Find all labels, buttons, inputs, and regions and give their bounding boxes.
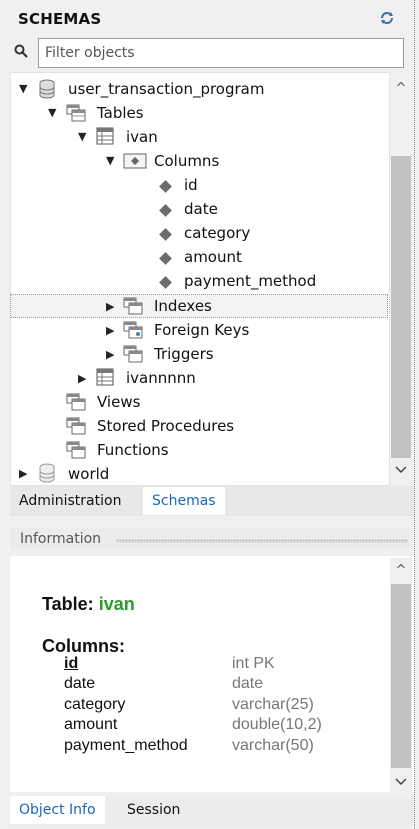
information-title: Information <box>20 531 102 547</box>
tree-column-item[interactable]: amount <box>184 245 242 269</box>
tree-table-ivan[interactable]: ivan <box>126 125 158 149</box>
tab-session[interactable]: Session <box>118 796 189 824</box>
tables-folder-icon <box>66 104 86 126</box>
info-column-type: double(10,2) <box>232 716 322 733</box>
table-icon <box>96 368 114 390</box>
expand-icon[interactable]: ▶ <box>106 348 114 361</box>
expand-icon[interactable]: ▶ <box>106 324 114 337</box>
info-column-name: id <box>64 655 79 672</box>
schema-world[interactable]: world <box>68 462 109 486</box>
tree-columns[interactable]: Columns <box>154 149 219 173</box>
foreign-keys-folder-icon <box>123 321 143 343</box>
scroll-up-icon[interactable]: ^ <box>392 80 410 98</box>
stored-procedures-folder-icon <box>66 417 86 439</box>
database-icon <box>38 79 56 103</box>
table-icon <box>96 127 114 149</box>
table-label-line: Table: ivan <box>42 594 135 615</box>
collapse-icon[interactable]: ▼ <box>78 130 86 143</box>
tab-object-info[interactable]: Object Info <box>10 796 105 824</box>
info-column-type: varchar(25) <box>232 696 314 713</box>
panel-right-border <box>414 0 416 829</box>
info-column-name: payment_method <box>64 737 188 754</box>
indexes-folder-icon <box>123 297 143 319</box>
info-column-type: int PK <box>232 655 275 672</box>
scroll-down-icon[interactable] <box>392 774 410 792</box>
tab-administration[interactable]: Administration <box>10 487 130 515</box>
tree-tables[interactable]: Tables <box>97 101 144 125</box>
info-scrollbar-thumb[interactable] <box>391 584 411 768</box>
tab-schemas[interactable]: Schemas <box>143 487 225 515</box>
tree-views[interactable]: Views <box>97 390 140 414</box>
information-panel <box>10 556 414 792</box>
tree-foreign-keys[interactable]: Foreign Keys <box>154 318 249 342</box>
collapse-icon[interactable]: ▼ <box>48 106 56 119</box>
tree-table-ivannnnn[interactable]: ivannnnn <box>126 366 196 390</box>
tree-column-item[interactable]: category <box>184 221 250 245</box>
tree-triggers[interactable]: Triggers <box>154 342 214 366</box>
scroll-up-icon[interactable]: ^ <box>392 562 410 580</box>
info-column-name: category <box>64 696 126 713</box>
table-label: Table: <box>42 594 94 614</box>
schemas-title: SCHEMAS <box>18 10 102 28</box>
collapse-icon[interactable]: ▼ <box>106 154 114 167</box>
expand-icon[interactable]: ▶ <box>19 467 27 480</box>
schema-user-transaction-program[interactable]: user_transaction_program <box>68 77 264 101</box>
info-column-type: date <box>232 675 264 692</box>
columns-label: Columns: <box>42 636 125 656</box>
functions-folder-icon <box>66 441 86 463</box>
tree-functions[interactable]: Functions <box>97 438 169 462</box>
tree-column-item[interactable]: id <box>184 173 198 197</box>
filter-objects-field[interactable] <box>38 38 404 68</box>
search-icon <box>14 44 28 58</box>
columns-icon <box>123 152 147 174</box>
scroll-down-icon[interactable] <box>392 462 410 480</box>
triggers-folder-icon <box>123 345 143 367</box>
info-tabbar: Object Info Session <box>10 796 414 826</box>
expand-icon[interactable]: ▶ <box>78 372 86 385</box>
views-folder-icon <box>66 393 86 415</box>
info-column-type: varchar(50) <box>232 737 314 754</box>
table-name: ivan <box>98 594 135 614</box>
database-icon <box>38 463 56 487</box>
expand-icon[interactable]: ▶ <box>106 300 114 313</box>
filter-objects-input[interactable] <box>39 39 403 67</box>
tree-column-item[interactable]: payment_method <box>184 269 316 293</box>
navigator-tabbar: Administration Schemas <box>10 486 414 516</box>
info-column-name: amount <box>64 716 118 733</box>
tree-scrollbar-thumb[interactable] <box>391 156 411 458</box>
tree-stored-procedures[interactable]: Stored Procedures <box>97 414 234 438</box>
tree-indexes[interactable]: Indexes <box>154 294 212 318</box>
info-column-name: date <box>64 675 96 692</box>
tree-column-item[interactable]: date <box>184 197 218 221</box>
refresh-icon[interactable] <box>378 9 396 27</box>
information-header-grip[interactable] <box>116 539 408 543</box>
collapse-icon[interactable]: ▼ <box>19 82 27 95</box>
